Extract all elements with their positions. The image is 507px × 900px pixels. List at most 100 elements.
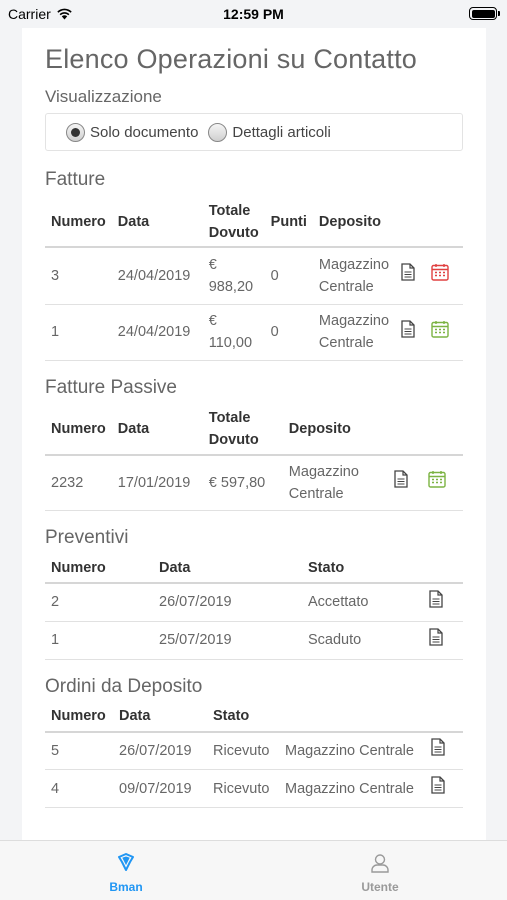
cell-numero: 2 bbox=[45, 583, 153, 622]
table-row[interactable]: 5 26/07/2019 Ricevuto Magazzino Centrale bbox=[45, 731, 463, 770]
main-card: Elenco Operazioni su Contatto Visualizza… bbox=[22, 28, 486, 840]
section-title-ordini: Ordini da Deposito bbox=[45, 675, 203, 697]
cell-numero: 3 bbox=[45, 247, 112, 305]
cell-numero: 5 bbox=[45, 731, 113, 770]
table-row[interactable]: 1 24/04/2019 € 110,00 0 Magazzino Centra… bbox=[45, 304, 463, 361]
table-header-row: Numero Data Stato bbox=[45, 701, 463, 733]
cell-actions bbox=[425, 731, 463, 770]
cell-stato: Scaduto bbox=[302, 621, 423, 660]
column-header: Numero bbox=[45, 197, 112, 248]
column-header: Data bbox=[113, 701, 207, 733]
preventivi-table: Numero Data Stato 2 26/07/2019 Accettato… bbox=[45, 553, 463, 660]
visualizzazione-label: Visualizzazione bbox=[45, 87, 162, 106]
cell-stato: Ricevuto bbox=[207, 769, 279, 808]
document-icon[interactable] bbox=[394, 470, 408, 495]
column-header-actions bbox=[423, 553, 463, 584]
section-title-preventivi: Preventivi bbox=[45, 527, 129, 548]
column-header: Numero bbox=[45, 701, 113, 733]
fatture-passive-table: Numero Data Totale Dovuto Deposito 2232 … bbox=[45, 404, 463, 511]
column-header: Deposito bbox=[282, 404, 388, 456]
radio-dettagli-articoli[interactable]: Dettagli articoli bbox=[208, 122, 331, 142]
tab-label: Utente bbox=[361, 880, 399, 894]
cell-deposito: Magazzino Centrale bbox=[282, 454, 388, 511]
cell-data: 09/07/2019 bbox=[113, 769, 207, 808]
cell-data: 26/07/2019 bbox=[153, 583, 302, 622]
table-row[interactable]: 3 24/04/2019 € 988,20 0 Magazzino Centra… bbox=[45, 247, 463, 305]
fatture-table: Numero Data Totale Dovuto Punti Deposito… bbox=[45, 197, 463, 361]
column-header-actions bbox=[425, 701, 463, 733]
cell-actions bbox=[425, 769, 463, 808]
cell-numero: 2232 bbox=[45, 454, 112, 511]
table-row[interactable]: 1 25/07/2019 Scaduto bbox=[45, 621, 463, 660]
table-header-row: Numero Data Totale Dovuto Punti Deposito bbox=[45, 197, 463, 248]
table-row[interactable]: 4 09/07/2019 Ricevuto Magazzino Centrale bbox=[45, 769, 463, 808]
cell-numero: 1 bbox=[45, 304, 112, 361]
document-icon[interactable] bbox=[429, 627, 443, 653]
battery-level bbox=[471, 9, 495, 18]
column-header: Deposito bbox=[312, 197, 396, 248]
cell-totale: € 988,20 bbox=[202, 247, 265, 305]
cell-deposito: Magazzino Centrale bbox=[279, 731, 425, 770]
clock: 12:59 PM bbox=[223, 6, 284, 22]
document-icon[interactable] bbox=[431, 738, 445, 763]
column-header: Data bbox=[153, 553, 302, 584]
tab-utente[interactable]: Utente bbox=[320, 853, 440, 894]
page-title: Elenco Operazioni su Contatto bbox=[45, 44, 418, 74]
cell-data: 24/04/2019 bbox=[111, 247, 203, 305]
column-header-deposito bbox=[279, 701, 425, 733]
view-mode-selector: Solo documento Dettagli articoli bbox=[45, 113, 463, 151]
table-row[interactable]: 2232 17/01/2019 € 597,80 Magazzino Centr… bbox=[45, 454, 463, 511]
ordini-table: Numero Data Stato 5 26/07/2019 Ricevuto … bbox=[45, 701, 463, 808]
tab-label: Bman bbox=[109, 880, 143, 894]
battery-icon bbox=[469, 7, 500, 20]
section-title-fatture: Fatture bbox=[45, 169, 106, 190]
cell-data: 26/07/2019 bbox=[113, 731, 207, 770]
cell-actions bbox=[423, 583, 463, 622]
cell-actions bbox=[395, 304, 463, 361]
column-header-actions bbox=[395, 197, 463, 248]
radio-solo-documento[interactable]: Solo documento bbox=[66, 122, 199, 142]
user-icon bbox=[371, 854, 389, 873]
column-header: Data bbox=[111, 197, 203, 248]
calendar-icon[interactable] bbox=[431, 263, 449, 288]
cell-deposito: Magazzino Centrale bbox=[279, 769, 425, 808]
column-header: Punti bbox=[264, 197, 313, 248]
column-header: Stato bbox=[207, 701, 279, 733]
tab-bman[interactable]: Bman bbox=[66, 853, 186, 894]
bman-logo-icon bbox=[118, 853, 134, 871]
radio-button-selected[interactable] bbox=[66, 122, 85, 142]
cell-data: 24/04/2019 bbox=[111, 304, 203, 361]
table-row[interactable]: 2 26/07/2019 Accettato bbox=[45, 583, 463, 622]
column-header: Totale Dovuto bbox=[202, 404, 283, 456]
cell-actions bbox=[388, 454, 463, 511]
column-header: Totale Dovuto bbox=[202, 197, 265, 248]
calendar-icon[interactable] bbox=[428, 470, 446, 495]
column-header-actions bbox=[388, 404, 463, 456]
cell-stato: Ricevuto bbox=[207, 731, 279, 770]
cell-data: 25/07/2019 bbox=[153, 621, 302, 660]
cell-stato: Accettato bbox=[302, 583, 423, 622]
table-header-row: Numero Data Stato bbox=[45, 553, 463, 584]
section-title-fatture-passive: Fatture Passive bbox=[45, 376, 177, 398]
status-bar: Carrier 12:59 PM bbox=[0, 0, 507, 28]
document-icon[interactable] bbox=[431, 776, 445, 801]
document-icon[interactable] bbox=[401, 263, 415, 288]
cell-actions bbox=[395, 247, 463, 305]
document-icon[interactable] bbox=[401, 319, 415, 345]
column-header: Numero bbox=[45, 553, 153, 584]
cell-actions bbox=[423, 621, 463, 660]
calendar-icon[interactable] bbox=[431, 320, 449, 345]
column-header: Data bbox=[111, 404, 203, 456]
cell-data: 17/01/2019 bbox=[111, 454, 203, 511]
cell-deposito: Magazzino Centrale bbox=[312, 247, 396, 305]
cell-totale: € 597,80 bbox=[202, 454, 283, 511]
document-icon[interactable] bbox=[429, 590, 443, 615]
tab-bar: Bman Utente bbox=[0, 840, 507, 900]
column-header: Numero bbox=[45, 404, 112, 456]
cell-punti: 0 bbox=[264, 247, 313, 305]
radio-button[interactable] bbox=[208, 122, 228, 142]
cell-punti: 0 bbox=[264, 304, 313, 361]
radio-label: Solo documento bbox=[90, 123, 199, 141]
column-header: Stato bbox=[302, 553, 423, 584]
cell-totale: € 110,00 bbox=[202, 304, 265, 361]
